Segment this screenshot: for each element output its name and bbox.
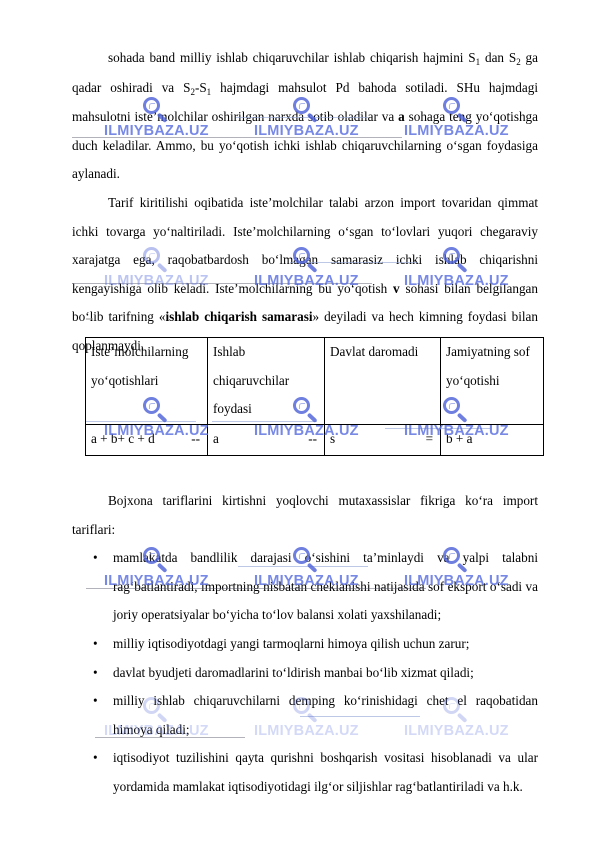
scan-strike-artifact	[95, 737, 245, 738]
text-run: 1	[475, 57, 481, 67]
list-item-label: davlat byudjeti daromadlarini to‘ldirish…	[113, 664, 474, 680]
list-item: • iqtisodiyot tuzilishini qayta qurishni …	[72, 744, 538, 801]
table-header-cell: Jamiyatning sof yo‘qotishi	[440, 337, 544, 425]
list-item-label: milliy ishlab chiqaruvchilarni demping k…	[113, 693, 538, 737]
scan-underline-artifact	[238, 566, 368, 567]
list-item-label: mamlakatda bandlilik darajasi o‘sishini …	[113, 550, 538, 623]
bullet-icon: •	[93, 635, 98, 651]
scan-strike-artifact	[72, 137, 402, 138]
scan-artifact-mark	[86, 318, 93, 320]
table-formula-cell: a + b+ c + d --	[85, 423, 208, 456]
list-item-label: iqtisodiyot tuzilishini qayta qurishni b…	[113, 750, 538, 794]
formula-operator: --	[308, 430, 317, 446]
text-run: sohada band milliy ishlab chiqaruvchilar…	[108, 50, 476, 65]
table-container: Iste’molchilarning yo‘qotishlari Ishlab …	[85, 337, 544, 456]
bullet-icon: •	[93, 550, 98, 566]
document-body: sohada band milliy ishlab chiqaruvchilar…	[72, 44, 538, 361]
formula-value: s	[330, 430, 336, 446]
table-header-row: Iste’molchilarning yo‘qotishlari Ishlab …	[85, 337, 544, 425]
bullet-icon: •	[93, 750, 98, 766]
formula-operator: =	[425, 430, 433, 446]
formula-value: a + b+ c + d	[91, 430, 155, 446]
list-item: • davlat byudjeti daromadlarini to‘ldiris…	[72, 659, 538, 688]
formula-operator: --	[191, 430, 200, 446]
text-run: v	[393, 280, 400, 296]
scan-underline-artifact	[300, 716, 420, 717]
scan-underline-artifact	[385, 428, 490, 429]
list-item: • milliy iqtisodiyotdagi yangi tarmoqlarn…	[72, 630, 538, 659]
tariff-benefits-list: • mamlakatda bandlilik darajasi o‘sishini…	[72, 544, 538, 801]
text-run: Bojxona tariflarini kirtishni yoqlovchi …	[72, 493, 538, 537]
document-body-lower: Bojxona tariflarini kirtishni yoqlovchi …	[72, 487, 538, 802]
bullet-icon: •	[93, 664, 98, 680]
scan-strike-artifact	[72, 283, 372, 284]
table-header-cell: Ishlab chiqaruvchilar foydasi	[207, 337, 325, 425]
paragraph-3: Bojxona tariflarini kirtishni yoqlovchi …	[72, 487, 538, 544]
text-run: a	[398, 109, 405, 125]
text-run: 2	[516, 57, 521, 67]
list-item-label: milliy iqtisodiyotdagi yangi tarmoqlarni…	[113, 635, 470, 651]
text-run: dan S	[480, 50, 517, 65]
scan-underline-artifact	[290, 262, 418, 263]
scan-underline-artifact	[86, 421, 196, 422]
text-run: -S	[194, 79, 207, 95]
text-run: 1	[206, 86, 212, 97]
text-run: ishlab chiqarish samarasi	[165, 309, 313, 325]
paragraph-2: Tarif kiritilishi oqibatida iste’molchil…	[72, 189, 538, 361]
text-run: 2	[190, 86, 195, 97]
bullet-icon: •	[93, 693, 98, 709]
scan-underline-artifact	[212, 421, 317, 422]
table-header-cell: Iste’molchilarning yo‘qotishlari	[85, 337, 208, 425]
formula-value: b + a	[446, 430, 473, 446]
document-page: sohada band milliy ishlab chiqaruvchilar…	[0, 0, 596, 842]
formula-value: a	[213, 430, 219, 446]
table-header-cell: Davlat daromadi	[324, 337, 441, 425]
scan-strike-artifact	[86, 588, 426, 589]
scan-underline-artifact	[236, 117, 368, 118]
table-formula-cell: a --	[207, 423, 325, 456]
effects-table: Iste’molchilarning yo‘qotishlari Ishlab …	[85, 337, 544, 456]
